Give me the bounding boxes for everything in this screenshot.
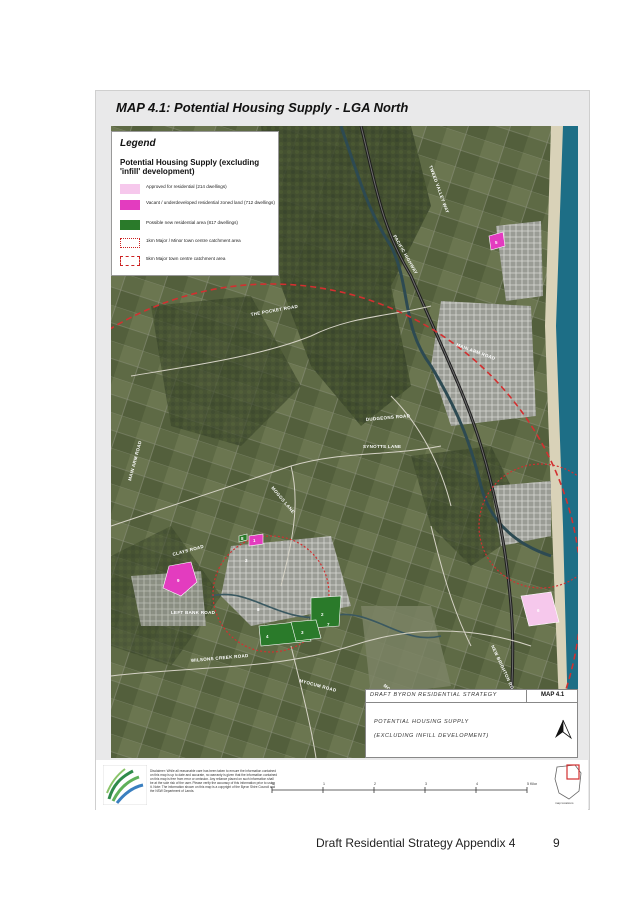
site-label: 4 [266, 634, 269, 639]
map-number: MAP 4.1 [541, 692, 565, 698]
scale-tick-label: 2 [374, 782, 376, 786]
strategy-name: DRAFT BYRON RESIDENTIAL STRATEGY [370, 692, 497, 698]
inset-label: map locations [555, 801, 574, 805]
legend-item-vacant: Vacant / underdeveloped residential zone… [120, 200, 276, 212]
scale-tick-label: 1 [323, 782, 325, 786]
road-label: LEFT BANK ROAD [171, 610, 216, 615]
legend-item-1km-catchment: 1km Major / Minor town centre catchment … [120, 238, 276, 250]
scale-tick-label: 0 [272, 782, 274, 786]
site-label: 2 [245, 558, 248, 563]
site-label: 8 [257, 607, 260, 612]
page-number: 9 [553, 836, 560, 850]
divider [366, 702, 577, 703]
site-label: 2 [321, 612, 324, 617]
legend-swatch [120, 200, 140, 210]
site-label: 5 [495, 240, 498, 245]
legend-label: 1km Major / Minor town centre catchment … [146, 238, 241, 243]
scale-tick-label: 5 Kilometers [527, 782, 537, 786]
north-arrow-icon [555, 719, 572, 740]
scale-tick-label: 3 [425, 782, 427, 786]
site-label: 8 [241, 536, 244, 541]
legend-swatch [120, 220, 140, 230]
legend-label: Possible new residential area (817 dwell… [146, 220, 238, 225]
page-caption: Draft Residential Strategy Appendix 4 [316, 836, 516, 850]
site-label: 6 [537, 608, 540, 613]
legend-label: Vacant / underdeveloped residential zone… [146, 200, 275, 205]
disclaimer-text: Disclaimer: While all reasonable care ha… [150, 769, 278, 793]
council-logo-icon [103, 765, 147, 805]
legend-subtitle: Potential Housing Supply (excluding 'inf… [120, 158, 260, 176]
locality-inset-map [554, 764, 582, 800]
site-label: 9 [177, 578, 180, 583]
map-subject-note: (EXCLUDING INFILL DEVELOPMENT) [374, 733, 489, 739]
legend-label: 5km Major town centre catchment area [146, 256, 226, 261]
map-subject: POTENTIAL HOUSING SUPPLY [374, 719, 469, 725]
map-legend: Legend Potential Housing Supply (excludi… [111, 131, 279, 276]
divider [526, 690, 527, 702]
legend-swatch [120, 184, 140, 194]
site-label: 7 [327, 622, 330, 627]
site-label: 3 [301, 630, 304, 635]
legend-label: Approved for residential (214 dwellings) [146, 184, 227, 189]
road-label: SYNOTTS LANE [363, 444, 401, 449]
scale-bar: 0 1 2 3 4 5 Kilometers [271, 782, 537, 793]
legend-item-possible: Possible new residential area (817 dwell… [120, 220, 276, 232]
site-label: 1 [253, 538, 256, 543]
legend-item-approved: Approved for residential (214 dwellings) [120, 184, 276, 196]
legend-title: Legend [120, 138, 156, 149]
scale-tick-label: 4 [476, 782, 478, 786]
legend-swatch [120, 256, 140, 266]
map-title: MAP 4.1: Potential Housing Supply - LGA … [116, 100, 409, 115]
legend-swatch [120, 238, 140, 248]
legend-item-5km-catchment: 5km Major town centre catchment area [120, 256, 276, 268]
map-footer: Disclaimer: While all reasonable care ha… [96, 760, 588, 810]
map-title-block: DRAFT BYRON RESIDENTIAL STRATEGY MAP 4.1… [365, 689, 578, 758]
